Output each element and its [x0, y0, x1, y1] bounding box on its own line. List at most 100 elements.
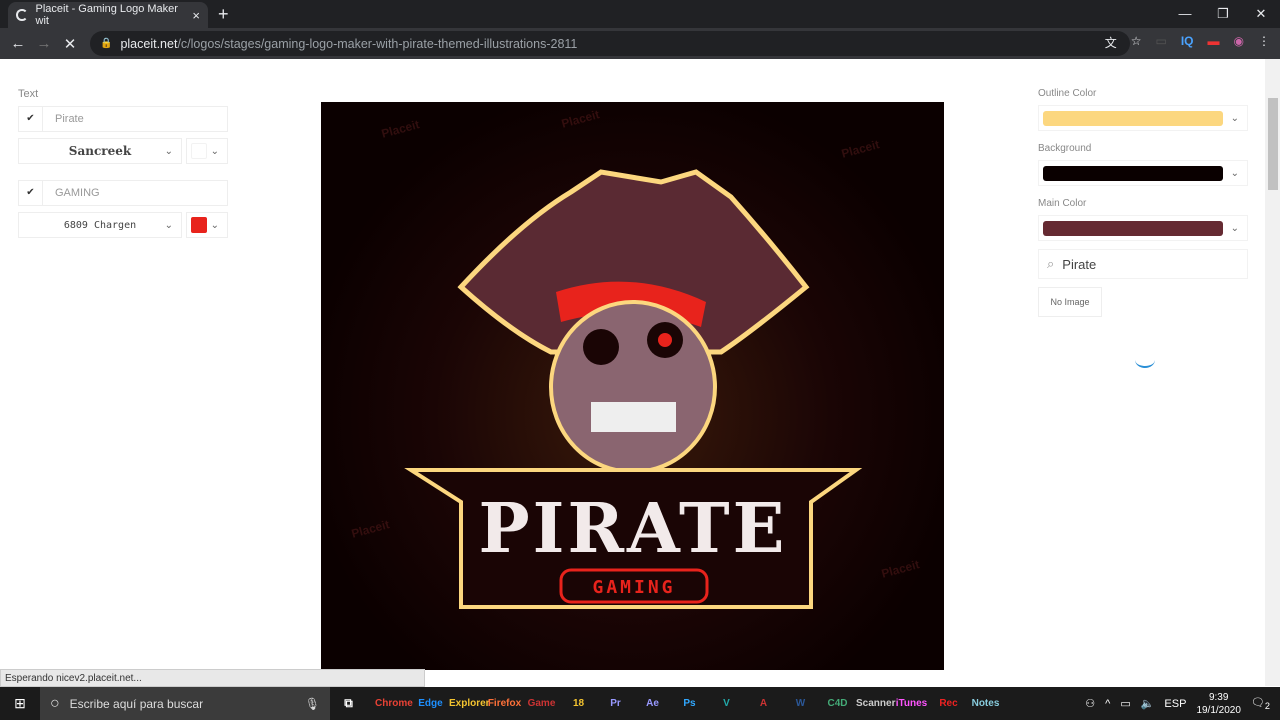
star-icon[interactable]: ☆: [1131, 34, 1142, 51]
chevron-down-icon: ⌄: [1230, 167, 1239, 179]
taskbar-app-game-icon[interactable]: Game: [523, 698, 560, 709]
menu-icon[interactable]: ⋮: [1258, 34, 1270, 51]
time: 9:39: [1208, 691, 1229, 703]
browser-tab[interactable]: Placeit - Gaming Logo Maker wit ×: [8, 2, 208, 28]
font-name: Sancreek: [68, 144, 132, 158]
date: 19/1/2020: [1196, 704, 1241, 716]
taskbar-app-itunes-icon[interactable]: iTunes: [893, 698, 930, 709]
taskbar-search[interactable]: ○ Escribe aquí para buscar 🎙: [40, 687, 330, 720]
taskbar-app-v-icon[interactable]: V: [708, 698, 745, 709]
iq-extension-icon[interactable]: IQ: [1181, 34, 1194, 51]
text-panel: Text ✔ Pirate Sancreek ⌄ ⌄ ✔ GAMING 6809 Ch…: [18, 88, 228, 238]
task-view-icon[interactable]: ⧉: [330, 696, 367, 711]
close-window-button[interactable]: ✕: [1242, 0, 1280, 28]
network-icon[interactable]: ▭: [1120, 697, 1130, 710]
volume-icon[interactable]: 🔈: [1141, 697, 1155, 710]
font-select[interactable]: 6809 Chargen ⌄: [18, 212, 182, 238]
taskbar-app-notes-icon[interactable]: Notes: [967, 698, 1004, 709]
font-name: 6809 Chargen: [63, 219, 137, 231]
taskbar-app-c4d-icon[interactable]: C4D: [819, 698, 856, 709]
text-line-2[interactable]: ✔ GAMING: [18, 180, 228, 206]
clock[interactable]: 9:39 19/1/2020: [1196, 691, 1241, 717]
taskbar-app-pr-icon[interactable]: Pr: [597, 698, 634, 709]
cortana-icon: ○: [50, 694, 60, 712]
taskbar-app-firefox-icon[interactable]: Firefox: [486, 698, 523, 709]
search-icon: ⌕: [1047, 256, 1055, 271]
stop-button[interactable]: ✕: [57, 35, 83, 53]
chevron-down-icon: ⌄: [164, 145, 173, 157]
profile-avatar[interactable]: ◉: [1234, 34, 1244, 51]
chevron-down-icon: ⌄: [1230, 112, 1239, 124]
translate-icon[interactable]: 文: [1105, 34, 1117, 51]
background-color-picker[interactable]: ⌄: [1038, 160, 1248, 186]
minimize-button[interactable]: —: [1166, 0, 1204, 28]
maximize-button[interactable]: ❐: [1204, 0, 1242, 28]
logo-subtitle: GAMING: [592, 577, 675, 598]
taskbar-app-rec-icon[interactable]: Rec: [930, 698, 967, 709]
checkbox[interactable]: ✔: [19, 107, 43, 131]
font-select[interactable]: Sancreek ⌄: [18, 138, 182, 164]
url-path: /c/logos/stages/gaming-logo-maker-with-p…: [177, 36, 578, 51]
taskbar-app-ae-icon[interactable]: Ae: [634, 698, 671, 709]
back-button[interactable]: ←: [5, 35, 31, 52]
lock-icon: 🔒: [100, 38, 113, 49]
checkbox[interactable]: ✔: [19, 181, 43, 205]
main-color-picker[interactable]: ⌄: [1038, 215, 1248, 241]
taskbar-app-a-icon[interactable]: A: [745, 698, 782, 709]
chevron-down-icon: ⌄: [210, 145, 219, 157]
pdf-extension-icon[interactable]: ▬: [1208, 34, 1220, 51]
text-input[interactable]: Pirate: [43, 113, 84, 125]
close-tab-icon[interactable]: ×: [192, 8, 200, 23]
color-swatch: [1043, 110, 1223, 126]
tab-title: Placeit - Gaming Logo Maker wit: [35, 3, 178, 27]
tray-chevron-icon[interactable]: ^: [1105, 698, 1110, 710]
logo-preview: Placeit Placeit Placeit Placeit Placeit …: [321, 102, 944, 670]
tab-bar: Placeit - Gaming Logo Maker wit × + — ❐ ✕: [0, 0, 1280, 28]
color-panel: Outline Color ⌄ Background ⌄ Main Color …: [1038, 88, 1248, 317]
windows-start-icon[interactable]: ⊞: [0, 695, 40, 712]
logo-title: PIRATE: [479, 489, 788, 569]
address-bar[interactable]: 🔒 placeit.net/c/logos/stages/gaming-logo…: [90, 31, 1130, 56]
chevron-down-icon: ⌄: [164, 219, 173, 231]
chevron-down-icon: ⌄: [210, 219, 219, 231]
microphone-icon[interactable]: 🎙: [305, 697, 320, 711]
color-swatch: [191, 217, 207, 233]
taskbar-app-edge-icon[interactable]: Edge: [412, 698, 449, 709]
taskbar-app-18-icon[interactable]: 18: [560, 698, 597, 709]
extension-icon[interactable]: ▭: [1156, 34, 1167, 51]
taskbar-app-explorer-icon[interactable]: Explorer: [449, 698, 490, 709]
loading-spinner: [1135, 352, 1155, 368]
chevron-down-icon: ⌄: [1230, 222, 1239, 234]
notification-count: 2: [1264, 701, 1270, 712]
taskbar-app-w-icon[interactable]: W: [782, 698, 819, 709]
url-host: placeit.net: [120, 36, 178, 51]
taskbar-app-scanner-icon[interactable]: Scanner: [856, 698, 895, 709]
people-icon[interactable]: ⚇: [1085, 697, 1095, 710]
main-color-label: Main Color: [1038, 198, 1087, 209]
no-image-button[interactable]: No Image: [1038, 287, 1102, 317]
image-search-input[interactable]: ⌕ Pirate: [1038, 249, 1248, 279]
browser-toolbar: ← → ✕ 🔒 placeit.net/c/logos/stages/gamin…: [0, 28, 1280, 59]
color-swatch: [191, 143, 207, 159]
language-indicator[interactable]: ESP: [1164, 698, 1186, 710]
status-bar: Esperando nicev2.placeit.net...: [0, 669, 425, 687]
outline-color-label: Outline Color: [1038, 88, 1097, 99]
text-input[interactable]: GAMING: [43, 187, 100, 199]
color-select[interactable]: ⌄: [186, 138, 228, 164]
new-tab-button[interactable]: +: [218, 4, 229, 25]
pirate-skull-illustration: PIRATE GAMING: [404, 169, 863, 609]
scrollbar-thumb[interactable]: [1268, 98, 1278, 190]
search-placeholder: Escribe aquí para buscar: [69, 696, 204, 711]
background-color-label: Background: [1038, 143, 1092, 154]
notifications-icon[interactable]: 🗨2: [1251, 696, 1270, 711]
windows-taskbar: ⊞ ○ Escribe aquí para buscar 🎙 ⧉ Chrome Edg…: [0, 687, 1280, 720]
taskbar-app-chrome-icon[interactable]: Chrome: [375, 698, 413, 709]
color-swatch: [1043, 220, 1223, 236]
text-line-1[interactable]: ✔ Pirate: [18, 106, 228, 132]
outline-color-picker[interactable]: ⌄: [1038, 105, 1248, 131]
search-value: Pirate: [1062, 256, 1097, 272]
taskbar-app-ps-icon[interactable]: Ps: [671, 698, 708, 709]
forward-button[interactable]: →: [31, 35, 57, 52]
loading-icon: [16, 9, 28, 21]
color-select[interactable]: ⌄: [186, 212, 228, 238]
